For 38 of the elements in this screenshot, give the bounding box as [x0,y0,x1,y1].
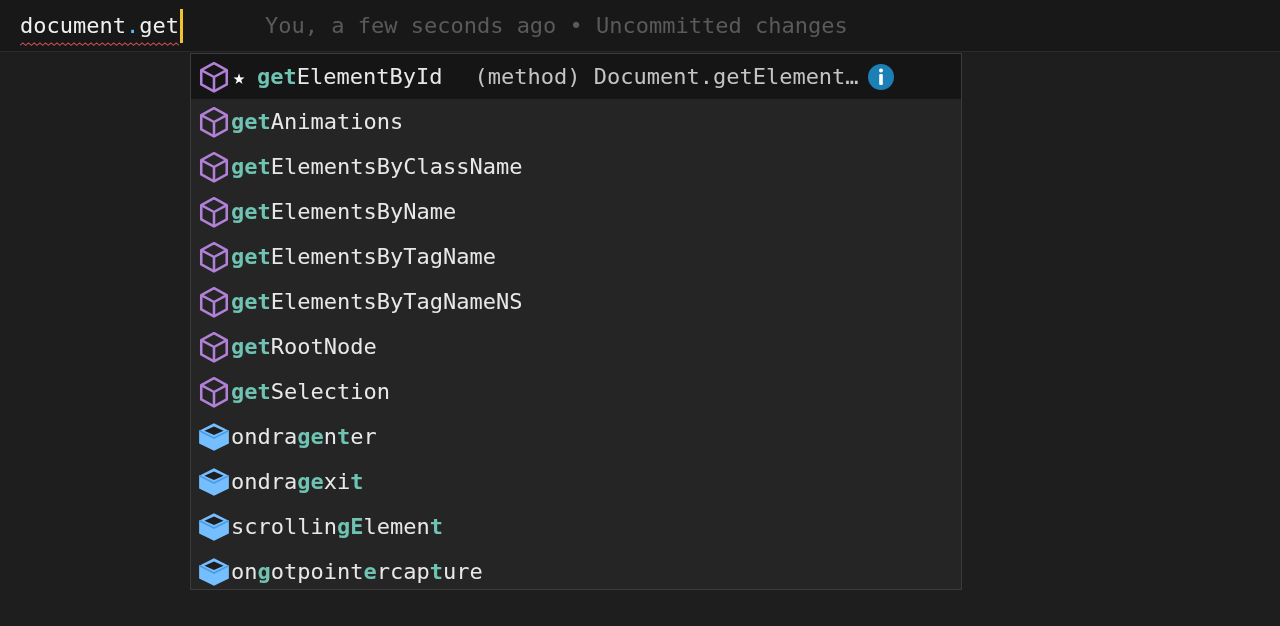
suggestion-label: getElementsByClassName [231,154,523,179]
text-cursor [179,8,183,43]
cube-icon [197,194,231,229]
suggestion-label: ondragexit [231,469,364,494]
suggestion-label: ondragenter [231,424,377,449]
suggestion-item[interactable]: getAnimations [191,99,961,144]
suggestion-item[interactable]: scrollingElement [191,504,961,549]
cube-icon [197,374,231,409]
cube-icon [197,284,231,319]
suggestion-label: getRootNode [231,334,377,359]
cube-icon [197,59,231,94]
suggestion-label: ongotpointercapture [231,559,483,584]
suggestion-item[interactable]: ondragexit [191,459,961,504]
suggestion-label: getElementById [257,64,443,89]
suggestion-item[interactable]: getElementsByTagNameNS [191,279,961,324]
suggestion-item[interactable]: getElementsByName [191,189,961,234]
suggestion-label: getElementsByTagName [231,244,496,269]
suggestion-item[interactable]: getElementsByClassName [191,144,961,189]
cube-icon [197,104,231,139]
suggestion-item[interactable]: ongotpointercapture [191,549,961,594]
star-icon: ★ [233,64,246,89]
cube-icon [197,329,231,364]
suggestion-item[interactable]: getRootNode [191,324,961,369]
suggestion-label: getElementsByTagNameNS [231,289,523,314]
suggestion-item[interactable]: ondragenter [191,414,961,459]
blame-annotation: You, a few seconds ago • Uncommitted changes [264,13,848,38]
suggestion-item[interactable]: getElementsByTagName [191,234,961,279]
cube-icon [197,239,231,274]
suggestion-label: getElementsByName [231,199,457,224]
suggestion-label: scrollingElement [231,514,443,539]
cube-icon [197,149,231,184]
code-text: document.get [20,13,179,38]
suggestion-detail: (method) Document.getElement… [474,64,859,89]
suggestion-item[interactable]: getSelection [191,369,961,414]
suggestion-label: getSelection [231,379,390,404]
info-icon[interactable] [866,62,895,91]
suggestion-item[interactable]: ★ getElementById (method) Document.getElement… [191,54,961,99]
suggestion-label: getAnimations [231,109,404,134]
